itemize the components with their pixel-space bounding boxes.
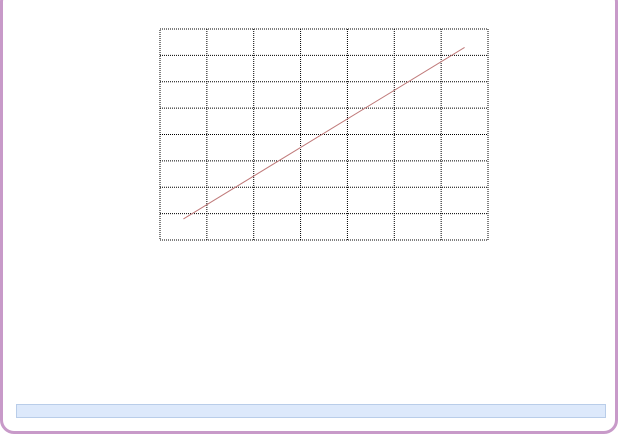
status-bar	[16, 404, 606, 418]
line-chart	[159, 28, 489, 241]
